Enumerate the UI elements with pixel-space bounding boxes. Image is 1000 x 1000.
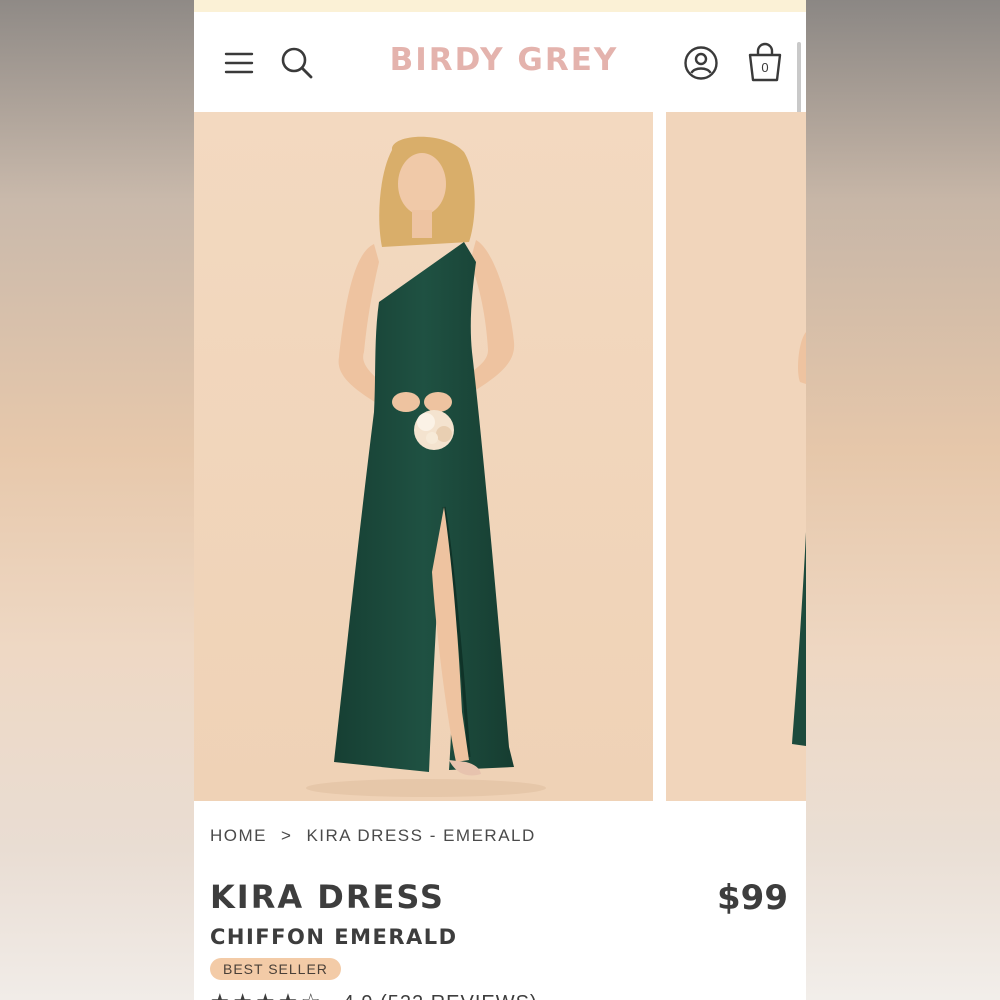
background-left-blur	[0, 0, 194, 1000]
shopping-bag-icon: 0	[748, 42, 782, 82]
search-button[interactable]	[278, 44, 316, 82]
model-in-dress-illustration	[194, 112, 653, 801]
hamburger-menu-icon	[224, 52, 254, 74]
account-button[interactable]	[682, 44, 720, 82]
background-right-blur	[806, 0, 1000, 1000]
best-seller-badge: BEST SELLER	[210, 958, 341, 980]
next-image-preview	[666, 112, 806, 801]
rating-text: 4.9 (522 REVIEWS)	[343, 992, 538, 1000]
product-image-main[interactable]	[194, 112, 653, 801]
menu-button[interactable]	[222, 46, 256, 80]
mobile-page: BIRDY GREY 0 HOME > KIRA DRESS - EMERALD…	[194, 0, 806, 1000]
site-header: BIRDY GREY 0	[194, 12, 806, 154]
product-price: $99	[717, 878, 788, 918]
breadcrumb-home[interactable]: HOME	[210, 826, 267, 846]
promo-bar	[194, 0, 806, 12]
brand-logo[interactable]: BIRDY GREY	[364, 42, 644, 78]
product-title: KIRA DRESS	[210, 878, 445, 916]
user-account-icon	[684, 46, 718, 80]
product-image-next[interactable]	[666, 112, 806, 801]
cart-button[interactable]: 0	[744, 40, 786, 84]
breadcrumb-current: KIRA DRESS - EMERALD	[306, 826, 536, 845]
breadcrumb-separator: >	[281, 826, 293, 845]
product-subtitle: CHIFFON EMERALD	[210, 925, 458, 949]
rating-stars: ★★★★☆	[210, 989, 324, 1000]
product-image-gallery[interactable]	[194, 112, 806, 801]
rating-row[interactable]: ★★★★☆ 4.9 (522 REVIEWS)	[210, 989, 538, 1000]
search-icon	[281, 47, 313, 79]
breadcrumb: HOME > KIRA DRESS - EMERALD	[210, 826, 536, 846]
cart-count: 0	[761, 60, 768, 75]
